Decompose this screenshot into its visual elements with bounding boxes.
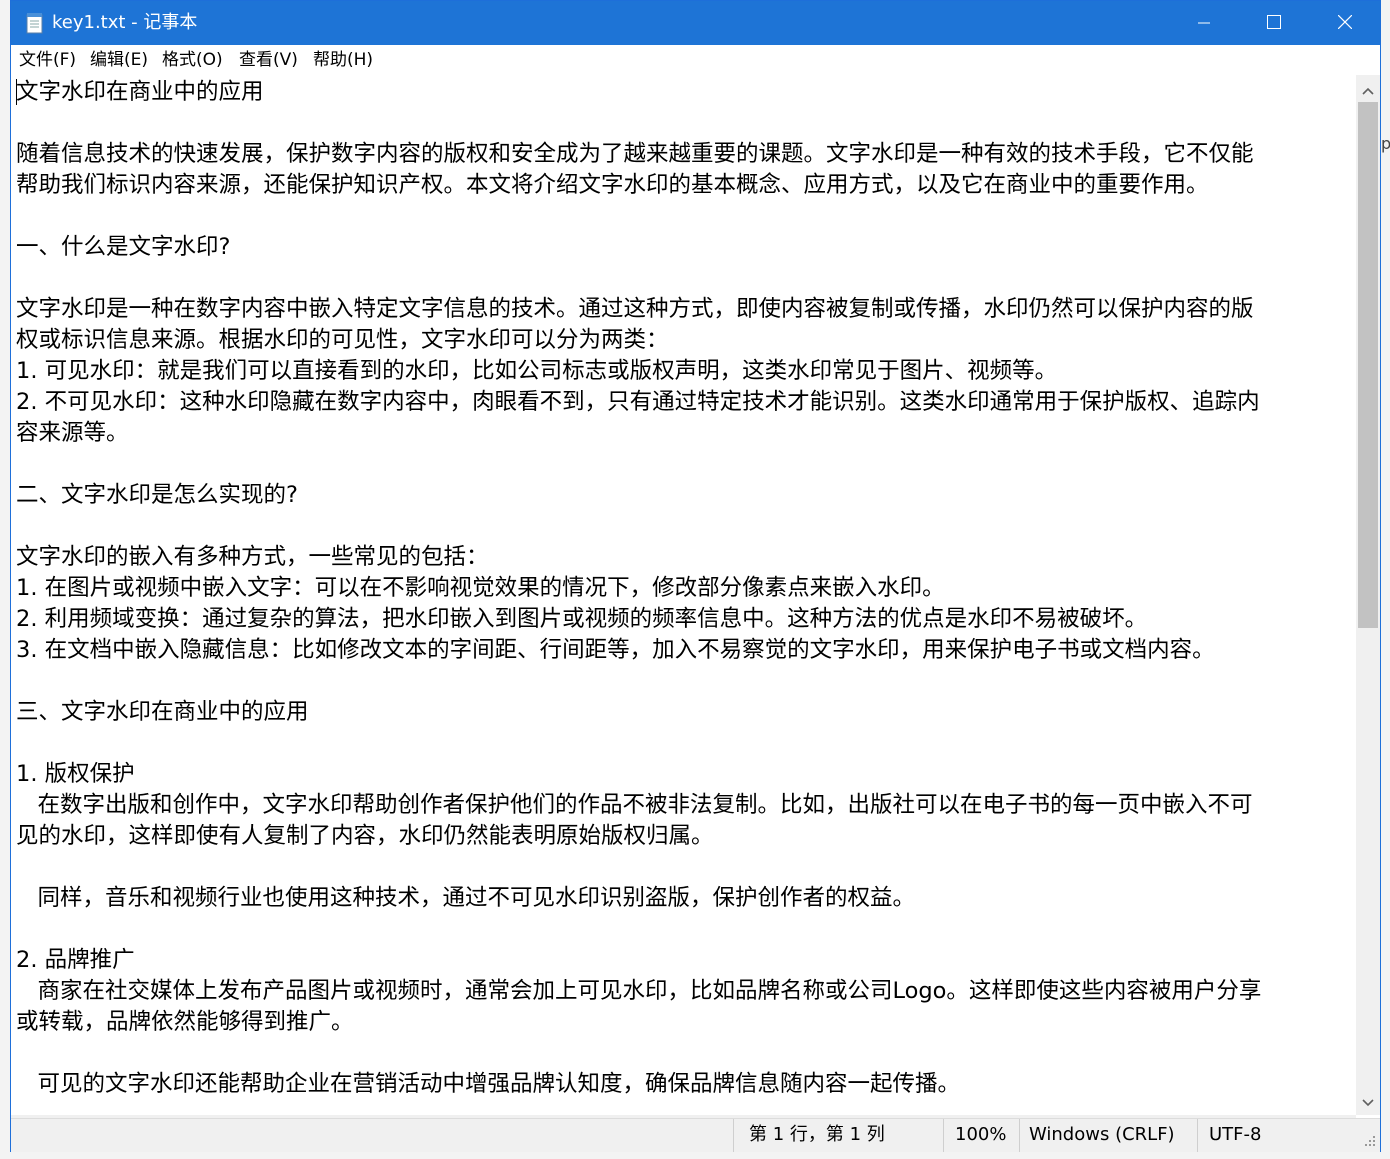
chevron-up-icon (1362, 80, 1374, 99)
editor-line: 容来源等。 (16, 420, 129, 446)
editor-line: 文字水印在商业中的应用 (16, 79, 264, 105)
status-divider (943, 1119, 944, 1152)
editor-line: 帮助我们标识内容来源，还能保护知识产权。本文将介绍文字水印的基本概念、应用方式，… (16, 172, 1209, 198)
editor-line: 1. 可见水印：就是我们可以直接看到的水印，比如公司标志或版权声明，这类水印常见… (16, 358, 1058, 384)
maximize-icon (1267, 14, 1281, 33)
editor-line: 见的水印，这样即使有人复制了内容，水印仍然能表明原始版权归属。 (16, 823, 714, 849)
editor-line: 3. 在文档中嵌入隐藏信息：比如修改文本的字间距、行间距等，加入不易察觉的文字水… (16, 637, 1215, 663)
status-divider (733, 1119, 734, 1152)
resize-grip-icon[interactable] (1361, 1132, 1377, 1148)
zoom-level: 100% (955, 1124, 1007, 1145)
editor-line: 在数字出版和创作中，文字水印帮助创作者保护他们的作品不被非法复制。比如，出版社可… (16, 792, 1253, 818)
cursor-position: 第 1 行，第 1 列 (749, 1124, 885, 1145)
text-editor[interactable]: 文字水印在商业中的应用随着信息技术的快速发展，保护数字内容的版权和安全成为了越来… (11, 75, 1356, 1115)
editor-line: 随着信息技术的快速发展，保护数字内容的版权和安全成为了越来越重要的课题。文字水印… (16, 141, 1254, 167)
close-button[interactable] (1310, 1, 1380, 45)
editor-line: 文字水印是一种在数字内容中嵌入特定文字信息的技术。通过这种方式，即使内容被复制或… (16, 296, 1254, 322)
close-icon (1337, 14, 1353, 33)
menu-bar: 文件(F) 编辑(E) 格式(O) 查看(V) 帮助(H) (11, 45, 1380, 75)
editor-line: 1. 在图片或视频中嵌入文字：可以在不影响视觉效果的情况下，修改部分像素点来嵌入… (16, 575, 945, 601)
scroll-down-button[interactable] (1356, 1089, 1380, 1113)
editor-line: 三、文字水印在商业中的应用 (16, 699, 309, 725)
notepad-window: key1.txt - 记事本 文件(F) 编辑(E) 格式(O) 查看(V) 帮… (10, 0, 1381, 1152)
scroll-thumb[interactable] (1358, 102, 1378, 628)
editor-line: 文字水印的嵌入有多种方式，一些常见的包括： (16, 544, 489, 570)
status-bar: 第 1 行，第 1 列 100% Windows (CRLF) UTF-8 (11, 1118, 1380, 1152)
minimize-icon (1198, 14, 1210, 33)
title-bar[interactable]: key1.txt - 记事本 (11, 1, 1380, 45)
encoding: UTF-8 (1209, 1124, 1262, 1145)
menu-help[interactable]: 帮助(H) (313, 49, 373, 71)
background-window-edge: p (1381, 134, 1390, 153)
editor-line: 二、文字水印是怎么实现的? (16, 482, 298, 508)
editor-line: 权或标识信息来源。根据水印的可见性，文字水印可以分为两类： (16, 327, 669, 353)
maximize-button[interactable] (1239, 1, 1309, 45)
vertical-scrollbar[interactable] (1356, 75, 1380, 1115)
editor-line: 2. 利用频域变换：通过复杂的算法，把水印嵌入到图片或视频的频率信息中。这种方法… (16, 606, 1148, 632)
scroll-up-button[interactable] (1356, 77, 1380, 101)
editor-line: 1. 版权保护 (16, 761, 135, 787)
editor-line: 一、什么是文字水印? (16, 234, 231, 260)
status-divider (1197, 1119, 1198, 1152)
editor-line: 商家在社交媒体上发布产品图片或视频时，通常会加上可见水印，比如品牌名称或公司Lo… (16, 978, 1262, 1004)
status-divider (1019, 1119, 1020, 1152)
chevron-down-icon (1362, 1092, 1374, 1111)
minimize-button[interactable] (1169, 1, 1239, 45)
line-ending: Windows (CRLF) (1029, 1124, 1175, 1145)
editor-line: 可见的文字水印还能帮助企业在营销活动中增强品牌认知度，确保品牌信息随内容一起传播… (16, 1071, 960, 1097)
menu-file[interactable]: 文件(F) (19, 49, 76, 71)
editor-line: 2. 品牌推广 (16, 947, 135, 973)
window-title: key1.txt - 记事本 (52, 12, 198, 33)
menu-view[interactable]: 查看(V) (239, 49, 298, 71)
menu-edit[interactable]: 编辑(E) (90, 49, 148, 71)
editor-line: 或转载，品牌依然能够得到推广。 (16, 1009, 354, 1035)
editor-line: 同样，音乐和视频行业也使用这种技术，通过不可见水印识别盗版，保护创作者的权益。 (16, 885, 915, 911)
menu-format[interactable]: 格式(O) (162, 49, 223, 71)
notepad-icon (25, 12, 45, 34)
editor-line: 2. 不可见水印：这种水印隐藏在数字内容中，肉眼看不到，只有通过特定技术才能识别… (16, 389, 1260, 415)
